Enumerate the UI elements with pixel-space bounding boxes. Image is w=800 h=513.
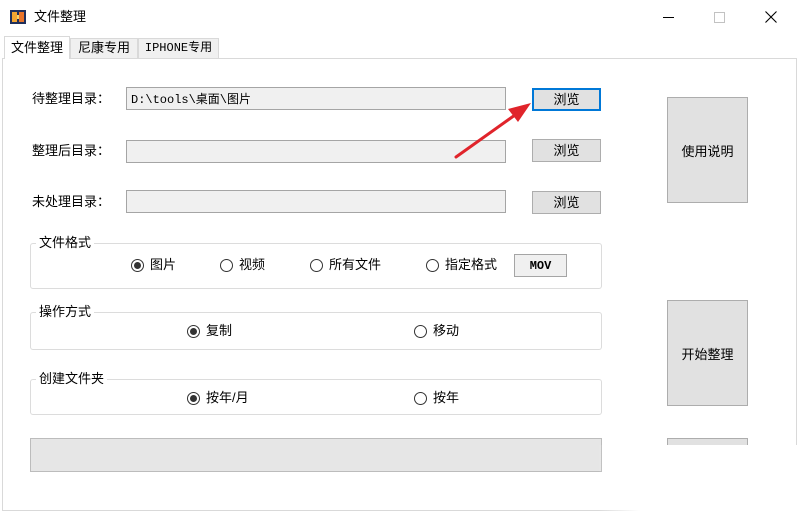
unprocessed-dir-label: 未处理目录：	[32, 194, 111, 209]
radio-label: 指定格式	[445, 257, 498, 272]
radio-format-custom[interactable]: 指定格式	[426, 257, 497, 273]
custom-format-field[interactable]	[514, 254, 567, 277]
radio-label: 移动	[433, 323, 460, 338]
watermark-fade	[598, 445, 800, 513]
tab-page-content: 待整理目录： 浏览 整理后目录： 浏览 未处理目录： 浏览 文件格式 图片 视频…	[0, 0, 800, 513]
unprocessed-dir-field[interactable]	[126, 190, 506, 213]
browse-source-button[interactable]: 浏览	[532, 88, 601, 111]
create-folder-group: 创建文件夹	[30, 371, 602, 415]
help-button[interactable]: 使用说明	[667, 97, 748, 203]
browse-output-button[interactable]: 浏览	[532, 139, 601, 162]
radio-move[interactable]: 移动	[414, 323, 459, 339]
radio-by-year[interactable]: 按年	[414, 390, 459, 406]
radio-circle	[131, 258, 144, 272]
radio-label: 复制	[206, 323, 233, 338]
operation-mode-group: 操作方式	[30, 304, 602, 350]
radio-by-year-month[interactable]: 按年/月	[187, 390, 249, 406]
radio-format-all-files[interactable]: 所有文件	[310, 257, 381, 273]
radio-label: 视频	[239, 257, 266, 272]
radio-label: 按年	[433, 390, 460, 405]
radio-label: 按年/月	[206, 390, 249, 405]
radio-label: 图片	[150, 257, 177, 272]
progress-bar	[30, 438, 602, 472]
radio-circle	[187, 324, 200, 338]
operation-mode-title: 操作方式	[36, 304, 95, 320]
create-folder-title: 创建文件夹	[36, 371, 108, 387]
radio-format-image[interactable]: 图片	[131, 257, 176, 273]
radio-copy[interactable]: 复制	[187, 323, 232, 339]
radio-label: 所有文件	[329, 257, 382, 272]
start-organize-button[interactable]: 开始整理	[667, 300, 748, 406]
radio-circle	[187, 391, 200, 405]
source-dir-label: 待整理目录：	[32, 91, 111, 106]
radio-circle	[414, 324, 427, 338]
radio-format-video[interactable]: 视频	[220, 257, 265, 273]
file-format-title: 文件格式	[36, 235, 95, 251]
output-dir-field[interactable]	[126, 140, 506, 163]
radio-circle	[426, 258, 439, 272]
radio-circle	[220, 258, 233, 272]
browse-unprocessed-button[interactable]: 浏览	[532, 191, 601, 214]
radio-circle	[310, 258, 323, 272]
source-dir-field[interactable]	[126, 87, 506, 110]
output-dir-label: 整理后目录：	[32, 143, 111, 158]
radio-circle	[414, 391, 427, 405]
